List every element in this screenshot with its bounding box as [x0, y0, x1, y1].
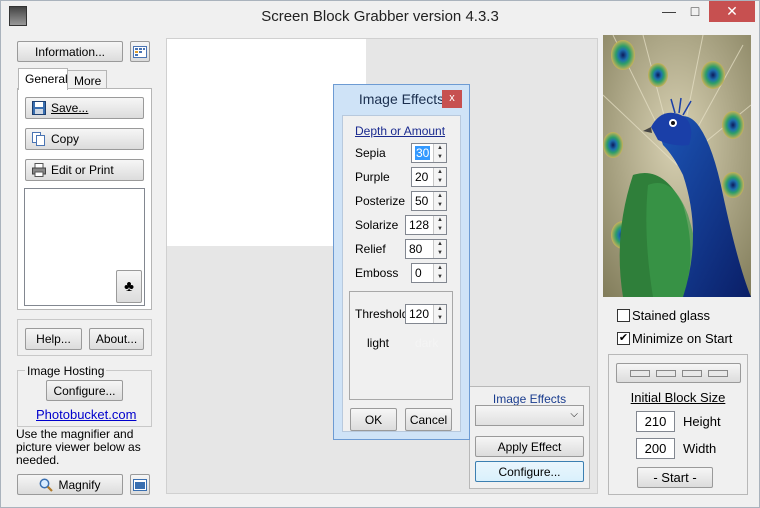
block-width-input[interactable]: 200	[636, 438, 675, 459]
threshold-light-label[interactable]: light	[367, 336, 389, 350]
app-window: Screen Block Grabber version 4.3.3 — □ ✕…	[0, 0, 760, 508]
edit-print-button[interactable]: Edit or Print	[25, 159, 144, 181]
minimize-on-start-label[interactable]: Minimize on Start	[632, 331, 732, 346]
preset-size-button-3[interactable]	[681, 369, 702, 377]
preset-size-button-1[interactable]	[629, 369, 650, 377]
height-label: Height	[683, 414, 721, 429]
dialog-ok-button[interactable]: OK	[350, 408, 397, 431]
copy-label: Copy	[51, 132, 80, 146]
threshold-label: Threshold	[355, 307, 409, 321]
effect-label-purple: Purple	[355, 170, 390, 184]
threshold-value: 120	[409, 307, 430, 321]
printer-icon	[32, 163, 46, 177]
magnifier-icon	[39, 478, 54, 492]
start-button[interactable]: - Start -	[637, 467, 713, 488]
grid-icon[interactable]	[130, 41, 150, 62]
depth-amount-label: Depth or Amount	[355, 124, 446, 138]
copy-icon	[32, 132, 46, 146]
title-bar[interactable]: Screen Block Grabber version 4.3.3 — □ ✕	[1, 1, 759, 32]
emboss-value: 0	[415, 266, 422, 280]
block-height-input[interactable]: 210	[636, 411, 675, 432]
threshold-dark-label[interactable]: dark	[415, 336, 438, 350]
emboss-spinner[interactable]: 0 ▲ ▼	[411, 263, 447, 283]
spinner-arrows-icon[interactable]: ▲ ▼	[433, 144, 446, 162]
preset-size-button-2[interactable]	[655, 369, 676, 377]
dialog-cancel-button[interactable]: Cancel	[405, 408, 452, 431]
spinner-arrows-icon[interactable]: ▲ ▼	[433, 240, 446, 258]
effect-label-sepia: Sepia	[355, 146, 386, 160]
preset-sizes-bar	[616, 363, 741, 383]
spinner-arrows-icon[interactable]: ▲ ▼	[433, 192, 446, 210]
preset-size-button-4[interactable]	[707, 369, 728, 377]
picture-viewer-icon[interactable]	[130, 474, 150, 495]
information-button[interactable]: Information...	[17, 41, 123, 62]
spinner-arrows-icon[interactable]: ▲ ▼	[433, 305, 446, 323]
stained-glass-label[interactable]: Stained glass	[632, 308, 710, 323]
posterize-spinner[interactable]: 50 ▲ ▼	[411, 191, 447, 211]
spinner-arrows-icon[interactable]: ▲ ▼	[433, 264, 446, 282]
copy-button[interactable]: Copy	[25, 128, 144, 150]
solarize-value: 128	[409, 218, 430, 232]
tab-general[interactable]: General	[18, 68, 68, 90]
effects-dropdown[interactable]: ⌵	[475, 405, 584, 426]
about-button[interactable]: About...	[89, 328, 144, 350]
effect-label-solarize: Solarize	[355, 218, 399, 232]
apply-effect-button[interactable]: Apply Effect	[475, 436, 584, 457]
spinner-arrows-icon[interactable]: ▲ ▼	[433, 168, 446, 186]
effect-label-posterize: Posterize	[355, 194, 406, 208]
purple-value: 20	[415, 170, 429, 184]
close-button[interactable]: ✕	[709, 1, 755, 22]
stained-glass-checkbox[interactable]	[617, 309, 630, 322]
help-button[interactable]: Help...	[25, 328, 82, 350]
effects-panel-label: Image Effects	[492, 392, 567, 406]
magnify-button[interactable]: Magnify	[17, 474, 123, 495]
initial-block-size-label: Initial Block Size	[630, 390, 726, 405]
width-label: Width	[683, 441, 717, 456]
maximize-button[interactable]: □	[682, 1, 708, 22]
effects-configure-button[interactable]: Configure...	[475, 461, 584, 482]
minimize-button[interactable]: —	[656, 1, 682, 22]
spinner-arrows-icon[interactable]: ▲ ▼	[433, 216, 446, 234]
magnifier-hint: Use the magnifier and picture viewer bel…	[16, 427, 141, 467]
solarize-spinner[interactable]: 128 ▲ ▼	[405, 215, 447, 235]
magnify-label: Magnify	[58, 477, 101, 492]
effect-label-emboss: Emboss	[355, 266, 399, 280]
chevron-down-icon: ⌵	[570, 409, 578, 420]
relief-value: 80	[409, 242, 423, 256]
minimize-on-start-checkbox[interactable]: ✔	[617, 332, 630, 345]
club-button[interactable]: ♣	[116, 270, 142, 303]
image-hosting-label: Image Hosting	[25, 364, 107, 378]
photobucket-link[interactable]: Photobucket.com	[36, 407, 136, 422]
edit-print-label: Edit or Print	[51, 163, 114, 177]
floppy-disk-icon	[32, 101, 46, 115]
window-title: Screen Block Grabber version 4.3.3	[261, 8, 499, 25]
save-label: Save...	[51, 101, 89, 115]
hosting-configure-button[interactable]: Configure...	[46, 380, 123, 401]
purple-spinner[interactable]: 20 ▲ ▼	[411, 167, 447, 187]
save-button[interactable]: Save...	[25, 97, 144, 119]
peacock-preview-image	[603, 35, 751, 297]
dialog-close-button[interactable]: x	[442, 90, 462, 108]
threshold-spinner[interactable]: 120 ▲ ▼	[405, 304, 447, 324]
sepia-value: 30	[415, 146, 431, 160]
sepia-spinner[interactable]: 30 ▲ ▼	[411, 143, 447, 163]
posterize-value: 50	[415, 194, 429, 208]
effect-label-relief: Relief	[355, 242, 386, 256]
relief-spinner[interactable]: 80 ▲ ▼	[405, 239, 447, 259]
